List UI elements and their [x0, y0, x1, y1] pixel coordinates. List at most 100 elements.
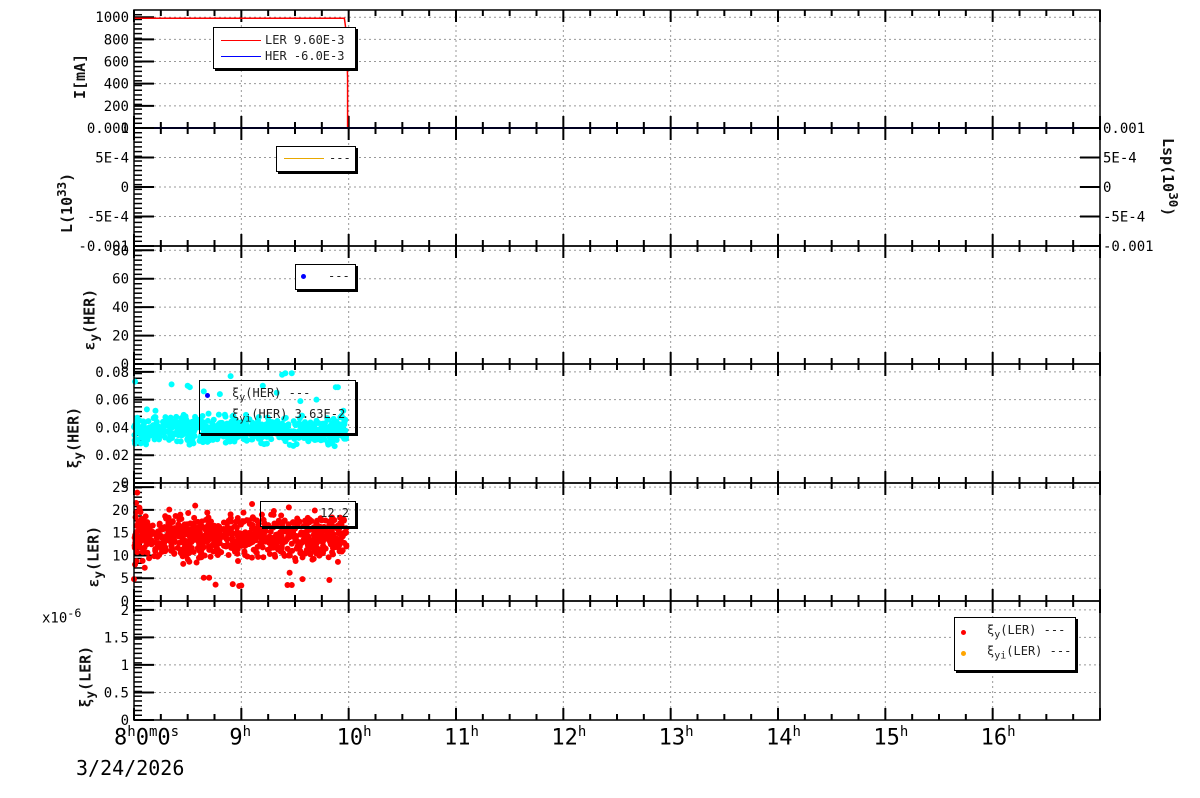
data-point	[204, 509, 211, 516]
data-point	[160, 539, 167, 546]
data-point	[259, 544, 266, 551]
data-point-outlier	[168, 381, 175, 388]
x-tick-label: 14h	[766, 724, 801, 751]
data-point	[161, 428, 168, 435]
y-tick-label: 20	[112, 329, 129, 345]
data-point-outlier	[152, 407, 159, 414]
legend-swatch-her	[221, 56, 261, 57]
data-point	[204, 438, 211, 445]
data-point	[207, 553, 214, 560]
y-tick-label: 1	[121, 658, 129, 674]
data-point	[260, 533, 267, 540]
data-point	[165, 520, 172, 527]
data-point	[144, 519, 151, 526]
y-tick-label: 10	[112, 548, 129, 564]
data-point	[193, 559, 200, 566]
data-point-outlier	[288, 582, 295, 589]
data-point-outlier	[141, 564, 148, 571]
plot-canvas: 02004006008001000-0.001 -0.001-5E-4 -5E-40…	[78, 9, 1154, 729]
data-point	[223, 536, 230, 543]
data-point	[318, 526, 325, 533]
data-point	[177, 421, 184, 428]
multi-panel-chart: 0 200 400 600 800 1000 -0.001 -0.001 -5E-4 -5E-4 0…	[0, 0, 1200, 798]
y-label-emittance-her: εy(HER)	[80, 288, 102, 351]
data-point	[176, 516, 183, 523]
data-point	[343, 542, 350, 549]
data-point	[134, 534, 141, 541]
data-point-outlier	[212, 581, 219, 588]
data-point	[304, 542, 311, 549]
data-point	[153, 423, 160, 430]
data-point	[244, 553, 251, 560]
data-point	[226, 438, 233, 445]
data-point	[156, 520, 163, 527]
data-point	[191, 520, 198, 527]
legend-marker-xi-ler	[961, 630, 966, 635]
data-point	[164, 421, 171, 428]
y-label-specific-luminosity: Lsp(1030)	[1159, 138, 1181, 217]
data-point	[140, 432, 147, 439]
data-point	[180, 560, 187, 567]
y-tick-label: 0.001	[87, 121, 129, 137]
data-point	[331, 443, 338, 450]
y-tick-label: 0	[121, 180, 129, 196]
y-tick-label: 400	[104, 77, 129, 93]
data-point	[157, 527, 164, 534]
data-point	[183, 416, 190, 423]
x-tick-label: 11h	[444, 724, 479, 751]
data-point	[260, 433, 267, 440]
y-tick-label: 0.06	[95, 393, 129, 409]
legend-swatch	[284, 158, 324, 159]
y-tick-label: 5E-4	[95, 151, 129, 167]
data-point	[278, 544, 285, 551]
legend-emittance-her: ---	[295, 264, 356, 290]
data-point	[242, 542, 249, 549]
y-tick-label: 5	[121, 571, 129, 587]
data-point	[187, 534, 194, 541]
legend-entry-ler: LER 9.60E-3	[265, 33, 345, 47]
data-point-outlier	[326, 577, 333, 584]
data-point	[139, 549, 146, 556]
data-point	[145, 418, 152, 425]
data-point	[312, 536, 319, 543]
y-tick-label: -5E-4	[87, 210, 129, 226]
y-tick-label: 20	[112, 503, 129, 519]
data-point	[185, 510, 192, 517]
data-point-outlier	[132, 561, 139, 568]
legend-entry-her: HER -6.0E-3	[265, 49, 345, 63]
data-point	[184, 550, 191, 557]
data-point-outlier	[299, 576, 306, 583]
data-point	[162, 513, 169, 520]
data-point	[301, 434, 308, 441]
x-tick-label: 10h	[336, 724, 372, 751]
legend-current: LER 9.60E-3 HER -6.0E-3	[213, 27, 356, 69]
data-point	[184, 421, 191, 428]
legend-entry-xi-her: ξy(HER) ---	[232, 386, 311, 404]
y-tick-label-right: -0.001	[1103, 239, 1154, 255]
data-point	[181, 521, 188, 528]
data-point	[163, 532, 170, 539]
data-point	[190, 440, 197, 447]
legend-entry-xi-i-her: ξyi(HER) 3.63E-2	[232, 407, 346, 425]
data-point	[313, 550, 320, 557]
y-tick-label: 60	[112, 272, 129, 288]
data-point	[331, 534, 338, 541]
x-tick-label: 15h	[873, 724, 909, 751]
data-point	[157, 433, 164, 440]
y-tick-label: 80	[112, 243, 129, 259]
y-tick-label-right: 0	[1103, 180, 1111, 196]
data-point	[172, 419, 179, 426]
y-label-current: I[mA]	[71, 53, 89, 99]
legend-entry: 12.2	[320, 506, 349, 520]
y-tick-label: 600	[104, 55, 129, 71]
y-tick-label: 0.04	[95, 420, 129, 436]
data-point-outlier	[238, 582, 245, 589]
data-point	[327, 541, 334, 548]
data-point	[298, 529, 305, 536]
data-point	[267, 534, 274, 541]
data-point-outlier	[206, 574, 213, 581]
data-point	[144, 534, 151, 541]
data-point	[329, 438, 336, 445]
legend-marker	[301, 274, 306, 279]
data-point-outlier	[288, 370, 295, 377]
